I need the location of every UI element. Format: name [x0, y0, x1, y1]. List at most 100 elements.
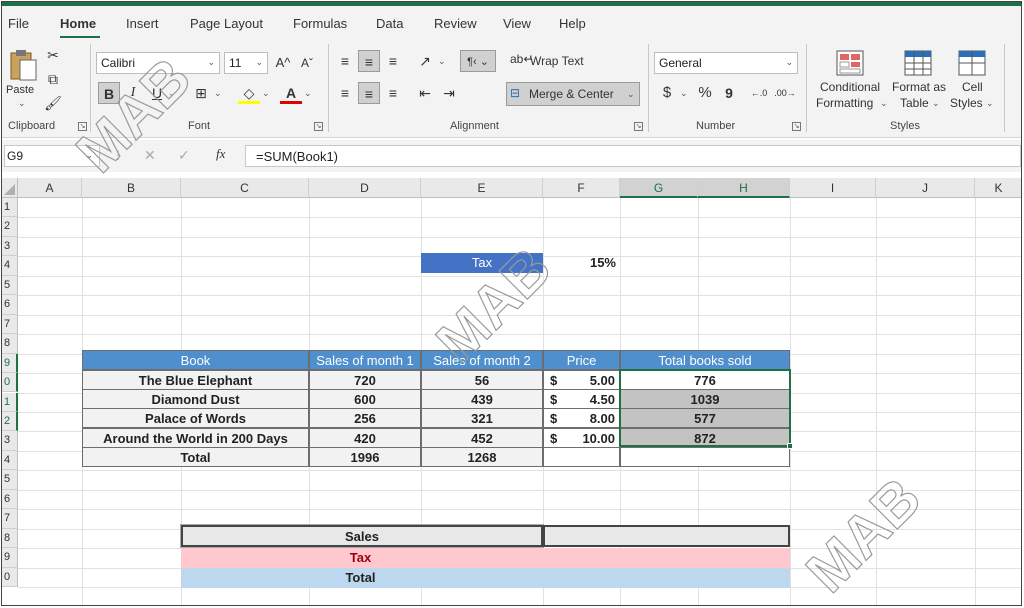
column-header-j[interactable]: J [876, 178, 975, 198]
select-all-corner[interactable] [2, 178, 18, 198]
row-header[interactable]: 9 [2, 353, 18, 374]
table-row-total[interactable]: 577 [620, 408, 790, 428]
menu-view[interactable]: View [503, 16, 531, 31]
menu-file[interactable]: File [8, 16, 29, 31]
font-color-icon[interactable]: A [280, 82, 302, 104]
column-header-d[interactable]: D [309, 178, 421, 198]
table-row-m2[interactable]: 452 [421, 428, 543, 448]
merge-center-button[interactable]: ⊟ Merge & Center ⌄ [506, 82, 640, 106]
table-row-m1[interactable]: 256 [309, 408, 421, 428]
row-header[interactable]: 0 [2, 373, 18, 393]
cancel-icon[interactable]: ✕ [144, 147, 156, 164]
header-month-2[interactable]: Sales of month 2 [421, 350, 543, 370]
wrap-text-button[interactable]: ab↵ Wrap Text [510, 52, 590, 72]
format-as-table-button[interactable]: Format as Table ⌄ [890, 46, 948, 116]
copy-icon[interactable]: ⧉ [42, 68, 64, 90]
paste-button[interactable]: Paste ⌄ [6, 46, 40, 108]
menu-formulas[interactable]: Formulas [293, 16, 347, 31]
summary-total[interactable]: Total [181, 568, 790, 588]
font-size-dropdown[interactable]: 11 ⌄ [224, 52, 268, 74]
table-row-book[interactable]: Diamond Dust [82, 389, 309, 409]
menu-insert[interactable]: Insert [126, 16, 159, 31]
align-top-icon[interactable]: ≡ [334, 50, 356, 72]
summary-tax[interactable]: Tax [181, 548, 790, 568]
dialog-launcher-icon[interactable]: ↘ [634, 122, 643, 131]
column-header-a[interactable]: A [18, 178, 82, 198]
enter-icon[interactable]: ✓ [178, 147, 190, 164]
shrink-font-icon[interactable]: Aˇ [296, 52, 318, 74]
row-header[interactable]: 7 [2, 314, 18, 335]
fill-handle[interactable] [787, 443, 793, 449]
total-row-label[interactable]: Total [82, 447, 309, 467]
table-row-price[interactable]: $ 10.00 [543, 428, 620, 448]
row-header[interactable]: 8 [2, 334, 18, 354]
header-book[interactable]: Book [82, 350, 309, 370]
cell-styles-button[interactable]: Cell Styles ⌄ [948, 46, 998, 116]
row-header[interactable]: 4 [2, 256, 18, 276]
number-format-dropdown[interactable]: General ⌄ [654, 52, 798, 74]
table-row-m2[interactable]: 439 [421, 389, 543, 409]
menu-review[interactable]: Review [434, 16, 477, 31]
header-price[interactable]: Price [543, 350, 620, 370]
column-header-k[interactable]: K [975, 178, 1021, 198]
cut-icon[interactable]: ✂ [42, 44, 64, 66]
table-row-m2[interactable]: 321 [421, 408, 543, 428]
align-left-icon[interactable]: ≡ [334, 82, 356, 104]
dialog-launcher-icon[interactable]: ↘ [314, 122, 323, 131]
decrease-indent-icon[interactable]: ⇤ [414, 82, 436, 104]
column-header-i[interactable]: I [790, 178, 876, 198]
row-header[interactable]: 1 [2, 392, 18, 412]
row-header[interactable]: 7 [2, 509, 18, 529]
row-header[interactable]: 3 [2, 236, 18, 257]
table-row-price[interactable]: $ 5.00 [543, 370, 620, 390]
align-center-icon[interactable]: ≡ [358, 82, 380, 104]
menu-data[interactable]: Data [376, 16, 403, 31]
tax-label-cell[interactable]: Tax [421, 253, 543, 273]
currency-icon[interactable]: $ [656, 82, 678, 104]
column-header-b[interactable]: B [82, 178, 181, 198]
row-header[interactable]: 1 [2, 198, 18, 218]
grow-font-icon[interactable]: A^ [272, 52, 294, 74]
summary-sales[interactable]: Sales [180, 524, 544, 548]
row-header[interactable]: 5 [2, 470, 18, 490]
tax-value-cell[interactable]: 15% [543, 253, 620, 273]
table-row-book[interactable]: The Blue Elephant [82, 370, 309, 390]
menu-help[interactable]: Help [559, 16, 586, 31]
percent-icon[interactable]: % [694, 82, 716, 104]
total-row-m2[interactable]: 1268 [421, 447, 543, 467]
column-header-f[interactable]: F [543, 178, 620, 198]
borders-icon[interactable]: ⊞ [190, 82, 212, 104]
table-row-m2[interactable]: 56 [421, 370, 543, 390]
row-header[interactable]: 0 [2, 567, 18, 587]
increase-decimal-icon[interactable]: ←.0 [748, 82, 770, 104]
font-name-dropdown[interactable]: Calibri ⌄ [96, 52, 220, 74]
total-row-m1[interactable]: 1996 [309, 447, 421, 467]
comma-style-icon[interactable]: 9 [718, 82, 740, 104]
row-header[interactable]: 8 [2, 528, 18, 549]
underline-button[interactable]: U [146, 82, 168, 104]
total-row-price[interactable] [543, 447, 620, 467]
text-direction-icon[interactable]: ¶‹ ⌄ [460, 50, 496, 72]
column-header-h[interactable]: H [698, 178, 790, 198]
align-right-icon[interactable]: ≡ [382, 82, 404, 104]
row-header[interactable]: 3 [2, 431, 18, 451]
row-header[interactable]: 9 [2, 548, 18, 568]
align-bottom-icon[interactable]: ≡ [382, 50, 404, 72]
formula-input[interactable]: =SUM(Book1) [245, 145, 1021, 167]
table-row-total[interactable]: 1039 [620, 389, 790, 409]
worksheet-grid[interactable]: A B C D E F G H I J K Tax 15% Book Sales… [2, 178, 1021, 605]
header-total-books[interactable]: Total books sold [620, 350, 790, 370]
row-header[interactable]: 6 [2, 489, 18, 510]
align-middle-icon[interactable]: ≡ [358, 50, 380, 72]
header-month-1[interactable]: Sales of month 1 [309, 350, 421, 370]
conditional-formatting-button[interactable]: Conditional Formatting ⌄ [812, 46, 888, 116]
table-row-book[interactable]: Palace of Words [82, 408, 309, 428]
table-row-price[interactable]: $ 8.00 [543, 408, 620, 428]
table-row-total[interactable]: 776 [620, 370, 790, 390]
table-row-total[interactable]: 872 [620, 428, 790, 448]
table-row-m1[interactable]: 420 [309, 428, 421, 448]
orientation-icon[interactable]: ↗ [414, 50, 436, 72]
column-header-e[interactable]: E [421, 178, 543, 198]
column-header-g[interactable]: G [620, 178, 698, 198]
fill-color-icon[interactable]: ◇ [238, 82, 260, 104]
